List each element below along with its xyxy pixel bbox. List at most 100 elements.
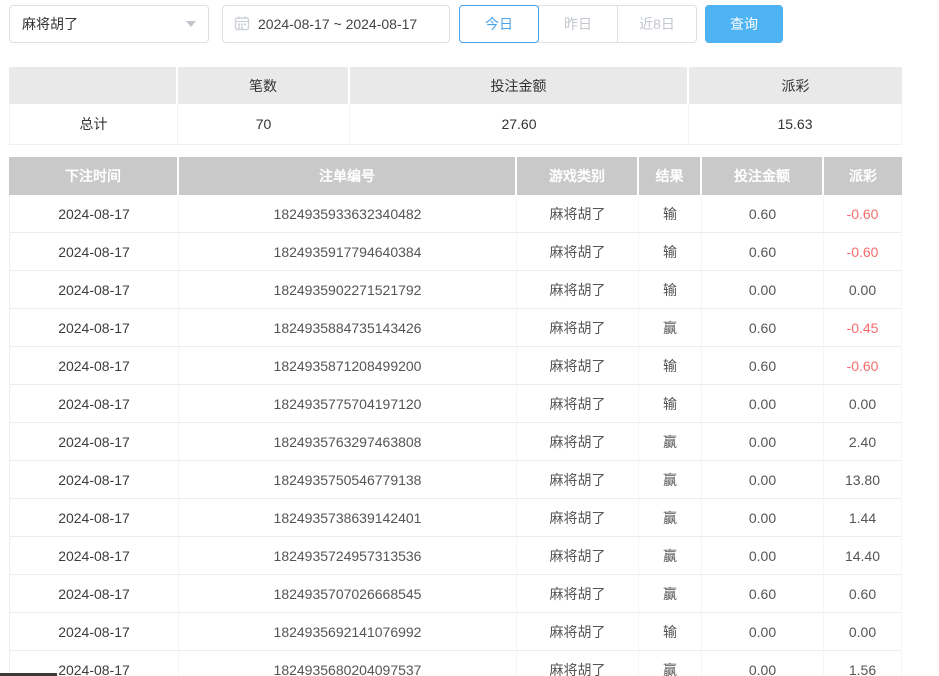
cell-bet-id: 1824935917794640384 [179, 233, 517, 271]
table-row: 2024-08-17 1824935763297463808 麻将胡了 赢 0.… [9, 423, 902, 461]
cell-bet-id: 1824935680204097537 [179, 651, 517, 676]
cell-bet-id: 1824935902271521792 [179, 271, 517, 309]
cell-bet-id: 1824935707026668545 [179, 575, 517, 613]
cell-bet-id: 1824935724957313536 [179, 537, 517, 575]
cell-bet-amount: 0.60 [702, 195, 824, 233]
cell-payout: -0.60 [824, 347, 902, 385]
cell-bet-time: 2024-08-17 [9, 309, 179, 347]
cell-game-type: 麻将胡了 [517, 575, 639, 613]
cell-game-type: 麻将胡了 [517, 651, 639, 676]
cell-bet-amount: 0.00 [702, 613, 824, 651]
cell-payout: 0.00 [824, 613, 902, 651]
cell-result: 输 [639, 271, 702, 309]
date-range-input[interactable]: 2024-08-17 ~ 2024-08-17 [222, 5, 450, 43]
table-row: 2024-08-17 1824935871208499200 麻将胡了 输 0.… [9, 347, 902, 385]
cell-bet-time: 2024-08-17 [9, 499, 179, 537]
cell-result: 赢 [639, 461, 702, 499]
table-row: 2024-08-17 1824935724957313536 麻将胡了 赢 0.… [9, 537, 902, 575]
header-result: 结果 [639, 157, 702, 195]
chevron-down-icon [186, 21, 196, 27]
cell-bet-id: 1824935775704197120 [179, 385, 517, 423]
cell-game-type: 麻将胡了 [517, 613, 639, 651]
table-row: 2024-08-17 1824935902271521792 麻将胡了 输 0.… [9, 271, 902, 309]
quick-date-button[interactable]: 近8日 [617, 5, 697, 43]
cell-bet-amount: 0.60 [702, 347, 824, 385]
cell-result: 赢 [639, 309, 702, 347]
cell-bet-id: 1824935884735143426 [179, 309, 517, 347]
cell-result: 输 [639, 195, 702, 233]
cell-result: 赢 [639, 499, 702, 537]
cell-bet-amount: 0.00 [702, 271, 824, 309]
summary-total-label: 总计 [9, 104, 178, 145]
cell-payout: -0.60 [824, 195, 902, 233]
cell-payout: 13.80 [824, 461, 902, 499]
cell-result: 赢 [639, 423, 702, 461]
cell-bet-time: 2024-08-17 [9, 461, 179, 499]
cell-bet-amount: 0.00 [702, 461, 824, 499]
cell-bet-id: 1824935763297463808 [179, 423, 517, 461]
header-bet-amount: 投注金额 [702, 157, 824, 195]
cell-payout: 0.60 [824, 575, 902, 613]
cell-result: 赢 [639, 537, 702, 575]
table-row: 2024-08-17 1824935707026668545 麻将胡了 赢 0.… [9, 575, 902, 613]
cell-payout: 1.56 [824, 651, 902, 676]
cell-bet-time: 2024-08-17 [9, 613, 179, 651]
cell-result: 输 [639, 347, 702, 385]
table-row: 2024-08-17 1824935933632340482 麻将胡了 输 0.… [9, 195, 902, 233]
cell-bet-id: 1824935750546779138 [179, 461, 517, 499]
cell-bet-time: 2024-08-17 [9, 347, 179, 385]
cell-bet-time: 2024-08-17 [9, 423, 179, 461]
header-payout: 派彩 [824, 157, 902, 195]
cell-result: 输 [639, 613, 702, 651]
cell-payout: -0.45 [824, 309, 902, 347]
header-bet-time: 下注时间 [9, 157, 179, 195]
table-row: 2024-08-17 1824935680204097537 麻将胡了 赢 0.… [9, 651, 902, 676]
cell-bet-amount: 0.00 [702, 499, 824, 537]
cell-result: 输 [639, 385, 702, 423]
summary-total-row: 总计 70 27.60 15.63 [9, 104, 902, 145]
summary-header-payout: 派彩 [689, 67, 902, 104]
cell-payout: 0.00 [824, 271, 902, 309]
cell-bet-time: 2024-08-17 [9, 575, 179, 613]
cell-payout: -0.60 [824, 233, 902, 271]
summary-total-payout: 15.63 [689, 104, 902, 145]
table-row: 2024-08-17 1824935738639142401 麻将胡了 赢 0.… [9, 499, 902, 537]
table-row: 2024-08-17 1824935917794640384 麻将胡了 输 0.… [9, 233, 902, 271]
cell-bet-time: 2024-08-17 [9, 271, 179, 309]
cell-bet-time: 2024-08-17 [9, 233, 179, 271]
calendar-icon [234, 15, 250, 34]
cell-bet-id: 1824935933632340482 [179, 195, 517, 233]
cell-bet-id: 1824935692141076992 [179, 613, 517, 651]
game-select[interactable]: 麻将胡了 [9, 5, 209, 43]
table-row: 2024-08-17 1824935884735143426 麻将胡了 赢 0.… [9, 309, 902, 347]
cell-bet-amount: 0.60 [702, 309, 824, 347]
quick-date-buttons: 今日 昨日 近8日 [459, 5, 697, 43]
cell-game-type: 麻将胡了 [517, 461, 639, 499]
cell-bet-id: 1824935871208499200 [179, 347, 517, 385]
cell-bet-amount: 0.60 [702, 233, 824, 271]
cell-game-type: 麻将胡了 [517, 347, 639, 385]
cell-game-type: 麻将胡了 [517, 537, 639, 575]
bet-table-header-row: 下注时间 注单编号 游戏类别 结果 投注金额 派彩 [9, 157, 902, 195]
cell-game-type: 麻将胡了 [517, 385, 639, 423]
quick-date-button[interactable]: 今日 [459, 5, 539, 43]
filter-bar: 麻将胡了 2024-08-17 ~ 2024-08-17 今日 昨日 近8日 查… [9, 5, 783, 43]
cell-bet-time: 2024-08-17 [9, 195, 179, 233]
cell-game-type: 麻将胡了 [517, 499, 639, 537]
cell-payout: 2.40 [824, 423, 902, 461]
cell-game-type: 麻将胡了 [517, 195, 639, 233]
query-button[interactable]: 查询 [705, 5, 783, 43]
bet-table-body: 2024-08-17 1824935933632340482 麻将胡了 输 0.… [9, 195, 902, 676]
table-row: 2024-08-17 1824935692141076992 麻将胡了 输 0.… [9, 613, 902, 651]
summary-header-blank [9, 67, 178, 104]
cell-game-type: 麻将胡了 [517, 233, 639, 271]
cell-bet-id: 1824935738639142401 [179, 499, 517, 537]
cell-bet-amount: 0.00 [702, 537, 824, 575]
summary-header-count: 笔数 [178, 67, 350, 104]
summary-total-count: 70 [178, 104, 350, 145]
table-row: 2024-08-17 1824935750546779138 麻将胡了 赢 0.… [9, 461, 902, 499]
cell-game-type: 麻将胡了 [517, 271, 639, 309]
table-row: 2024-08-17 1824935775704197120 麻将胡了 输 0.… [9, 385, 902, 423]
quick-date-button[interactable]: 昨日 [538, 5, 618, 43]
header-bet-id: 注单编号 [179, 157, 517, 195]
